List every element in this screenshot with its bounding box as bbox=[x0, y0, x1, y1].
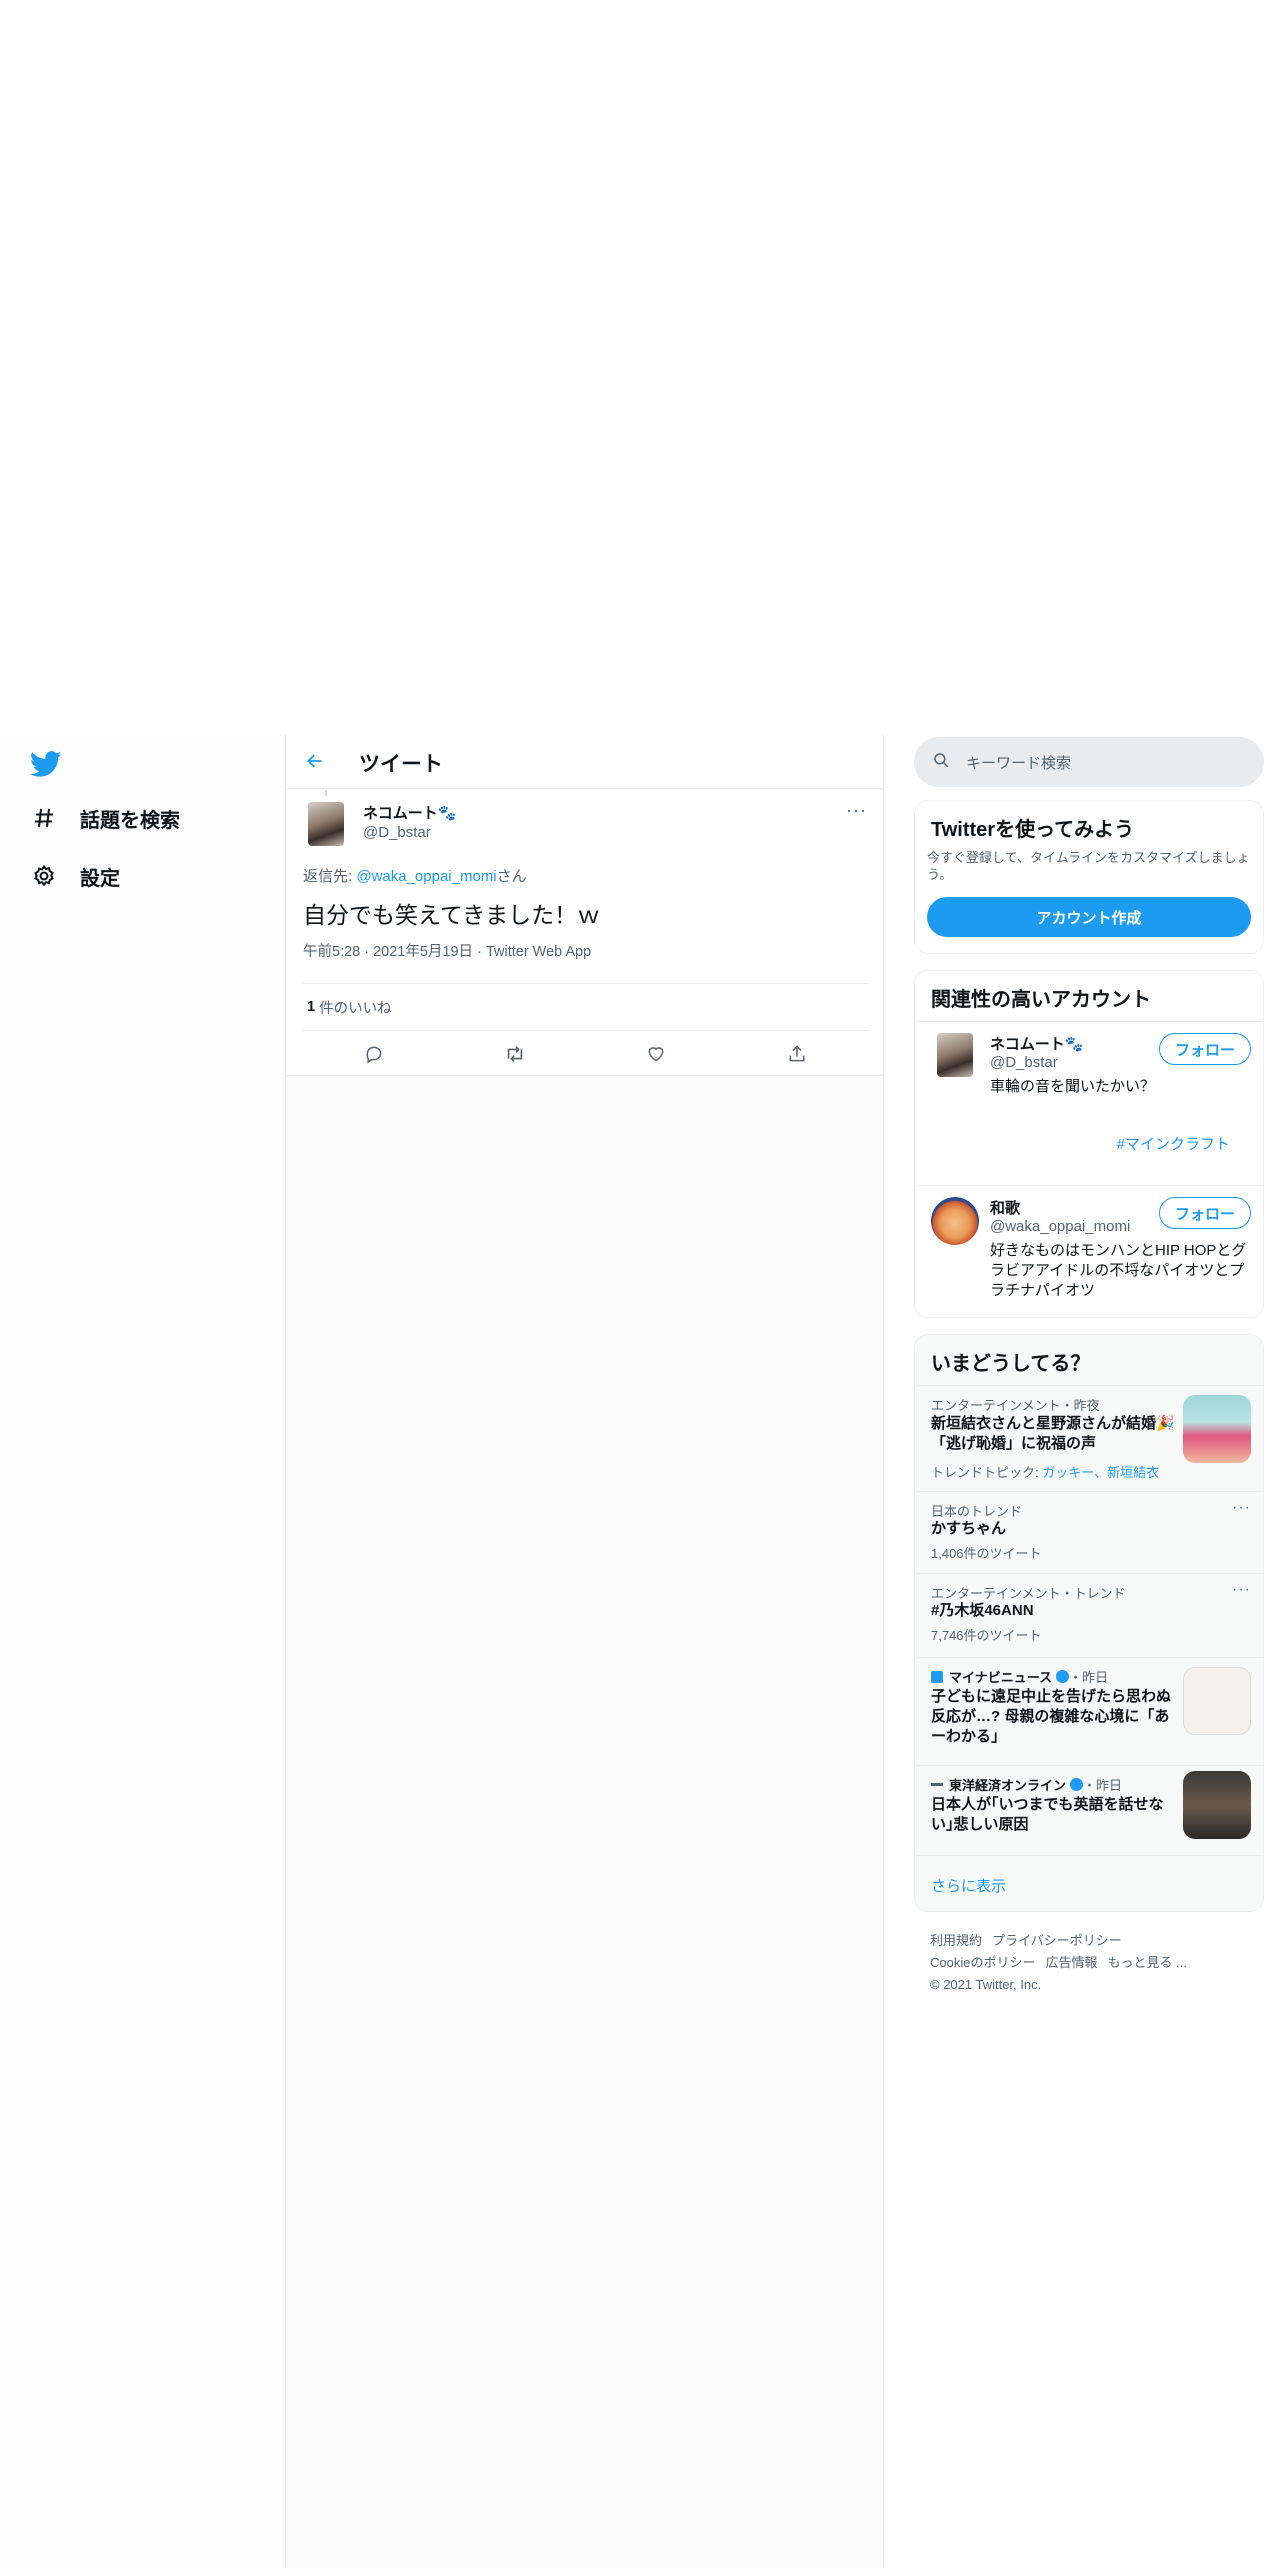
twitter-bird-icon[interactable] bbox=[29, 748, 62, 780]
gear-icon bbox=[30, 862, 58, 890]
search-placeholder: キーワード検索 bbox=[966, 754, 1072, 772]
left-navigation: 話題を検索 設定 bbox=[0, 734, 285, 2568]
trend-item[interactable]: 日本のトレンド かすちゃん 1,406件のツイート ··· bbox=[915, 1491, 1263, 1573]
trend-count: 7,746件のツイート bbox=[931, 1628, 1042, 1643]
news-thumbnail bbox=[1183, 1771, 1251, 1839]
reply-icon[interactable] bbox=[354, 1034, 394, 1074]
hash-icon bbox=[30, 804, 58, 832]
trend-title: かすちゃん bbox=[931, 1520, 1007, 1537]
trends-card: いまどうしてる？ エンターテインメント・昨夜 新垣結衣さんと星野源さんが結婚🎉「… bbox=[914, 1334, 1264, 1912]
relevant-title: 関連性の高いアカウント bbox=[931, 989, 1151, 1011]
account-name[interactable]: ネコムート🐾 bbox=[990, 1033, 1083, 1054]
thread-line bbox=[325, 790, 327, 796]
likes-label: 件のいいね bbox=[319, 1000, 392, 1017]
trend-category: 日本のトレンド bbox=[931, 1504, 1023, 1519]
avatar[interactable] bbox=[937, 1033, 973, 1077]
nav-settings[interactable]: 設定 bbox=[30, 856, 120, 896]
trend-count: 1,406件のツイート bbox=[931, 1546, 1042, 1561]
trend-item[interactable]: エンターテインメント・昨夜 新垣結衣さんと星野源さんが結婚🎉「逃げ恥婚」に祝福の… bbox=[915, 1385, 1263, 1491]
news-source-name: マイナビニュース bbox=[949, 1670, 1053, 1685]
news-thumbnail bbox=[1183, 1667, 1251, 1735]
footer: 利用規約 プライバシーポリシー Cookieのポリシー 広告情報 もっと見る ... … bbox=[930, 1930, 1250, 1996]
account-handle: @D_bstar bbox=[990, 1054, 1058, 1071]
signup-title: Twitterを使ってみよう bbox=[931, 819, 1135, 841]
trends-title: いまどうしてる？ bbox=[931, 1353, 1091, 1375]
trend-topics: トレンドトピック: ガッキー、新垣結衣 bbox=[931, 1462, 1159, 1481]
main-column: ツイート ネコムート🐾 @D_bstar ··· 返信先: @waka_oppa… bbox=[285, 734, 884, 2568]
signup-subtitle: 今すぐ登録して、タイムラインをカスタマイズしましょう。 bbox=[927, 850, 1250, 882]
search-input[interactable]: キーワード検索 bbox=[914, 737, 1264, 787]
signup-card: Twitterを使ってみよう 今すぐ登録して、タイムラインをカスタマイズしましょ… bbox=[914, 800, 1264, 954]
tweet-text: 自分でも笑えてきました！ｗ bbox=[303, 902, 601, 928]
share-icon[interactable] bbox=[777, 1034, 817, 1074]
copyright: © 2021 Twitter, Inc. bbox=[930, 1977, 1042, 1992]
news-source: 東洋経済オンライン ・昨日 bbox=[931, 1775, 1122, 1794]
follow-button[interactable]: フォロー bbox=[1159, 1197, 1251, 1229]
nav-settings-label: 設定 bbox=[80, 867, 120, 890]
footer-link[interactable]: 利用規約 bbox=[930, 1933, 982, 1948]
reply-prefix: 返信先: bbox=[303, 868, 357, 885]
back-arrow-icon[interactable] bbox=[300, 746, 330, 776]
news-title: 日本人が｢いつまでも英語を話せない｣悲しい原因 bbox=[931, 1796, 1164, 1833]
tweet-display-name[interactable]: ネコムート🐾 bbox=[363, 802, 456, 823]
trend-title: #乃木坂46ANN bbox=[931, 1602, 1034, 1619]
news-title: 子どもに遠足中止を告げたら思わぬ反応が…? 母親の複雑な心境に「あーわかる」 bbox=[931, 1688, 1172, 1745]
likes-count: 1 bbox=[307, 999, 316, 1015]
news-source: マイナビニュース ・昨日 bbox=[931, 1667, 1108, 1686]
nav-explore-label: 話題を検索 bbox=[80, 809, 180, 832]
news-source-name: 東洋経済オンライン bbox=[949, 1778, 1067, 1793]
reply-to: 返信先: @waka_oppai_momiさん bbox=[303, 865, 527, 886]
footer-link[interactable]: 広告情報 bbox=[1045, 1955, 1097, 1970]
source-logo-icon bbox=[931, 1670, 943, 1683]
retweet-icon[interactable] bbox=[495, 1034, 535, 1074]
news-item[interactable]: マイナビニュース ・昨日 子どもに遠足中止を告げたら思わぬ反応が…? 母親の複雑… bbox=[915, 1657, 1263, 1765]
blank-area bbox=[0, 0, 1284, 734]
more-options-icon[interactable]: ··· bbox=[1232, 1581, 1251, 1599]
footer-link[interactable]: プライバシーポリシー bbox=[992, 1933, 1122, 1948]
verified-icon bbox=[1056, 1670, 1070, 1683]
account-bio: 好きなものはモンハンとHIP HOPとグラビアアイドルの不埒なパイオツとプラチナ… bbox=[990, 1242, 1247, 1299]
account-bio-hashtag[interactable]: #マインクラフト bbox=[990, 1135, 1230, 1155]
account-item[interactable]: 和歌 @waka_oppai_momi フォロー 好きなものはモンハンとHIP … bbox=[915, 1185, 1263, 1317]
account-handle: @waka_oppai_momi bbox=[990, 1218, 1131, 1235]
trend-category: エンターテインメント・昨夜 bbox=[931, 1398, 1100, 1413]
verified-icon bbox=[1070, 1778, 1084, 1791]
trend-item[interactable]: エンターテインメント・トレンド #乃木坂46ANN 7,746件のツイート ··… bbox=[915, 1573, 1263, 1657]
trend-thumbnail bbox=[1183, 1395, 1251, 1463]
likes-row[interactable]: 1 件のいいね bbox=[303, 983, 868, 1031]
tweet-handle[interactable]: @D_bstar bbox=[363, 824, 431, 841]
more-options-icon[interactable]: ··· bbox=[1232, 1499, 1251, 1517]
search-icon bbox=[932, 751, 950, 774]
source-logo-icon bbox=[931, 1783, 943, 1786]
divider bbox=[915, 1855, 1263, 1856]
follow-button[interactable]: フォロー bbox=[1159, 1033, 1251, 1065]
relevant-accounts-card: 関連性の高いアカウント ネコムート🐾 @D_bstar フォロー 車輪の音を聞い… bbox=[914, 970, 1264, 1318]
right-sidebar: キーワード検索 Twitterを使ってみよう 今すぐ登録して、タイムラインをカス… bbox=[884, 734, 1284, 2568]
reply-suffix: さん bbox=[496, 868, 527, 885]
avatar[interactable] bbox=[308, 802, 344, 846]
trend-topics-label: トレンドトピック: bbox=[931, 1465, 1043, 1480]
footer-link[interactable]: Cookieのポリシー bbox=[930, 1955, 1035, 1970]
account-bio: 車輪の音を聞いたかい？ bbox=[990, 1078, 1156, 1095]
nav-explore[interactable]: 話題を検索 bbox=[30, 798, 180, 838]
like-icon[interactable] bbox=[636, 1034, 676, 1074]
tweet-meta[interactable]: 午前5:28 · 2021年5月19日 · Twitter Web App bbox=[303, 940, 591, 961]
more-options-icon[interactable]: ··· bbox=[846, 800, 867, 821]
trend-category: エンターテインメント・トレンド bbox=[931, 1586, 1126, 1601]
news-time: ・昨日 bbox=[1069, 1670, 1109, 1685]
page-title: ツイート bbox=[359, 753, 443, 776]
news-time: ・昨日 bbox=[1083, 1778, 1123, 1793]
trend-topics-links[interactable]: ガッキー、新垣結衣 bbox=[1042, 1465, 1159, 1480]
avatar[interactable] bbox=[931, 1197, 979, 1245]
show-more-link[interactable]: さらに表示 bbox=[931, 1875, 1006, 1896]
tweet-detail: ネコムート🐾 @D_bstar ··· 返信先: @waka_oppai_mom… bbox=[286, 790, 883, 1076]
footer-link[interactable]: もっと見る ... bbox=[1107, 1955, 1186, 1970]
trend-title: 新垣結衣さんと星野源さんが結婚🎉「逃げ恥婚」に祝福の声 bbox=[931, 1415, 1175, 1452]
tweet-actions bbox=[303, 1032, 868, 1076]
reply-user-link[interactable]: @waka_oppai_momi bbox=[356, 868, 496, 885]
create-account-button[interactable]: アカウント作成 bbox=[927, 897, 1251, 937]
news-item[interactable]: 東洋経済オンライン ・昨日 日本人が｢いつまでも英語を話せない｣悲しい原因 bbox=[915, 1765, 1263, 1855]
account-name[interactable]: 和歌 bbox=[990, 1197, 1020, 1218]
page-header: ツイート bbox=[286, 734, 883, 789]
